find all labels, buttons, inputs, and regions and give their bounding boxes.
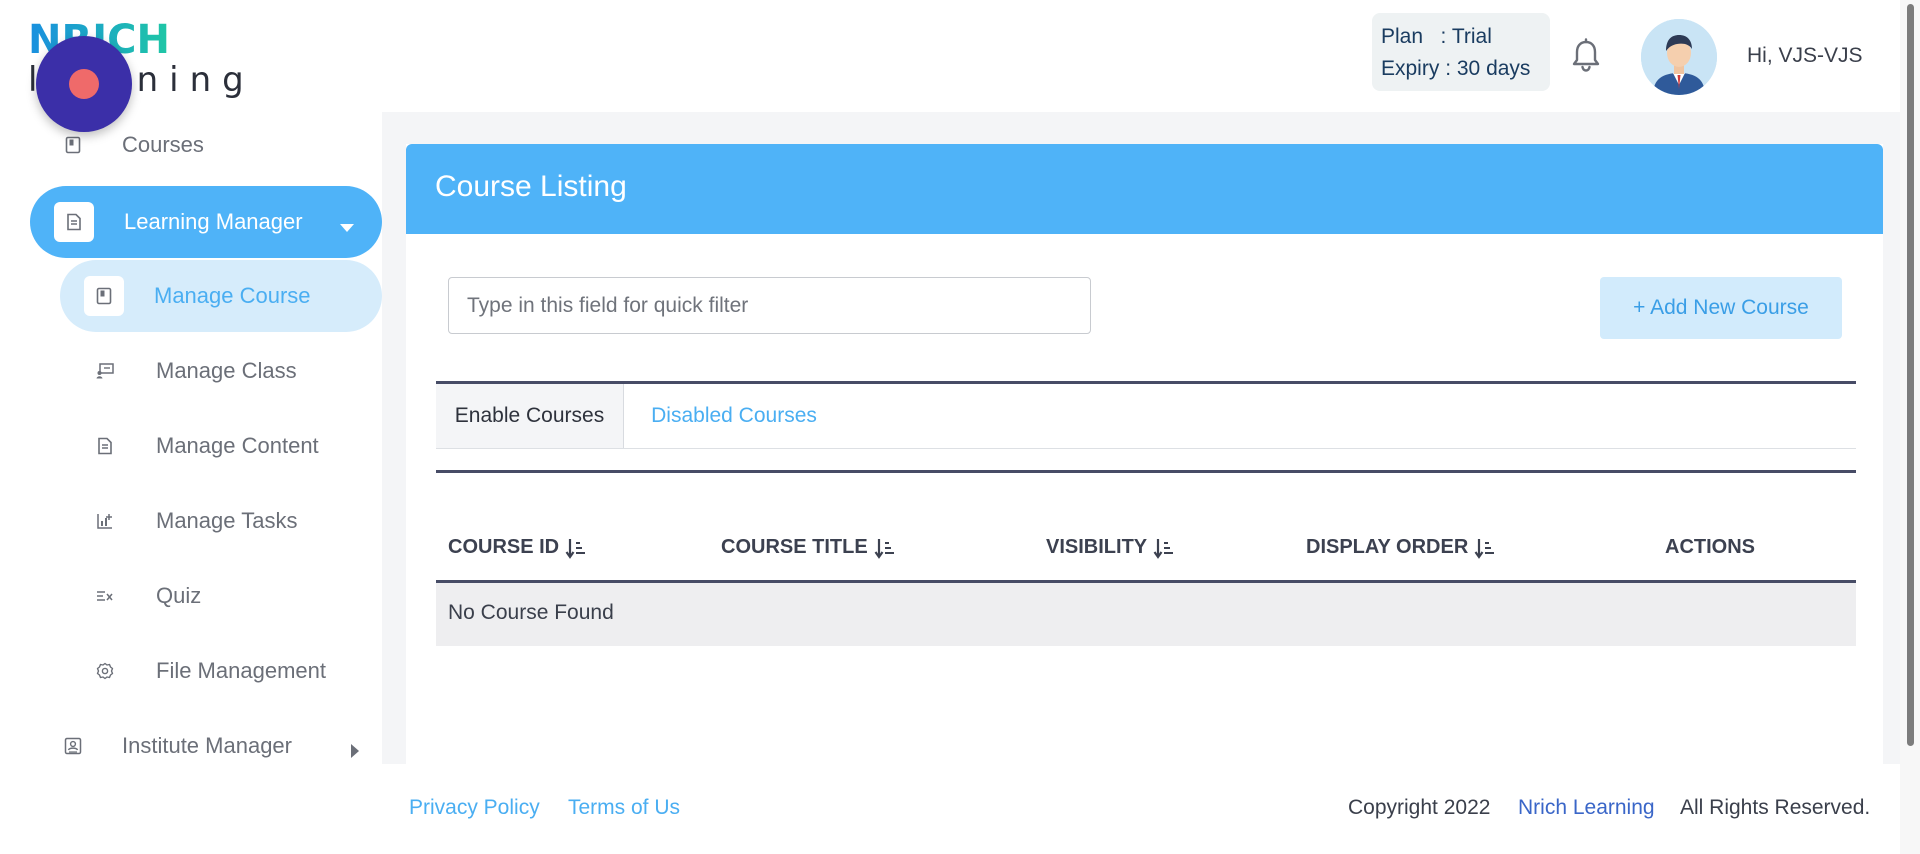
document-icon — [94, 435, 116, 457]
tabs-bottom-divider — [436, 470, 1856, 473]
sidebar-item-manage-tasks[interactable]: Manage Tasks — [94, 506, 297, 536]
column-header-label: COURSE ID — [448, 536, 560, 558]
privacy-policy-link[interactable]: Privacy Policy — [409, 796, 540, 820]
column-header-course-id[interactable]: COURSE ID — [448, 536, 587, 559]
footer: Privacy Policy Terms of Us Copyright 202… — [382, 764, 1900, 854]
sidebar: Courses Learning Manager Manage Course M… — [0, 112, 382, 854]
sidebar-item-manage-course[interactable]: Manage Course — [60, 260, 382, 332]
sidebar-item-label: Institute Manager — [122, 733, 292, 758]
plan-row: Plan : Trial — [1381, 25, 1492, 48]
sidebar-item-label: Manage Tasks — [156, 508, 298, 533]
sidebar-item-institute-manager[interactable]: Institute Manager — [62, 731, 382, 761]
id-card-icon — [62, 735, 84, 757]
quick-filter-input[interactable] — [448, 277, 1091, 334]
book-icon — [62, 134, 84, 156]
sidebar-item-label: Learning Manager — [124, 209, 303, 234]
plan-label: Plan — [1381, 25, 1424, 48]
column-header-actions: ACTIONS — [1665, 536, 1755, 559]
add-new-course-button[interactable]: + Add New Course — [1600, 277, 1842, 339]
sidebar-item-manage-content[interactable]: Manage Content — [94, 431, 319, 461]
tabs-underline — [436, 448, 1856, 449]
tab-disabled-courses[interactable]: Disabled Courses — [624, 384, 844, 448]
plan-value: Trial — [1451, 25, 1492, 48]
expiry-label: Expiry — [1381, 57, 1440, 80]
chart-icon — [94, 510, 116, 532]
sort-icon[interactable] — [565, 537, 587, 559]
column-header-label: COURSE TITLE — [721, 536, 868, 558]
column-header-label: DISPLAY ORDER — [1306, 536, 1469, 558]
column-header-course-title[interactable]: COURSE TITLE — [721, 536, 896, 559]
user-greeting[interactable]: Hi, VJS-VJS — [1747, 44, 1863, 68]
expiry-value: 30 days — [1456, 57, 1531, 80]
scrollbar-thumb[interactable] — [1907, 4, 1914, 746]
column-header-display-order[interactable]: DISPLAY ORDER — [1306, 536, 1496, 559]
gear-icon — [94, 660, 116, 682]
page-title: Course Listing — [435, 170, 627, 203]
terms-link[interactable]: Terms of Us — [568, 796, 680, 820]
sidebar-item-file-management[interactable]: File Management — [94, 656, 326, 686]
course-listing-card: Course Listing + Add New Course Enable C… — [406, 144, 1883, 764]
screen-record-badge[interactable] — [36, 36, 132, 132]
sidebar-item-courses[interactable]: Courses — [62, 130, 204, 160]
sidebar-item-label: Quiz — [156, 583, 202, 608]
column-header-visibility[interactable]: VISIBILITY — [1046, 536, 1175, 559]
copyright-text: Copyright 2022 — [1348, 796, 1491, 819]
table-row: No Course Found — [436, 583, 1856, 646]
empty-state-message: No Course Found — [448, 601, 614, 624]
user-avatar[interactable] — [1641, 19, 1717, 95]
bell-icon[interactable] — [1570, 38, 1602, 74]
column-header-label: VISIBILITY — [1046, 536, 1148, 558]
sidebar-item-label: Manage Class — [156, 358, 297, 383]
card-header: Course Listing — [406, 144, 1883, 234]
tab-enable-courses[interactable]: Enable Courses — [436, 384, 624, 448]
caret-down-icon — [339, 214, 355, 240]
top-header: NRICH learning Plan : Trial Expiry : 30 … — [0, 0, 1900, 112]
sidebar-item-label: Manage Course — [154, 283, 311, 308]
sidebar-item-label: Courses — [122, 132, 204, 157]
sort-icon[interactable] — [874, 537, 896, 559]
sidebar-item-label: Manage Content — [156, 433, 319, 458]
brand-link[interactable]: Nrich Learning — [1518, 796, 1655, 820]
record-indicator-icon — [69, 69, 99, 99]
caret-right-icon — [350, 739, 360, 765]
table-header-row: COURSE ID COURSE TITLE VISIBILITY DISPLA… — [436, 524, 1856, 582]
classroom-icon — [94, 360, 116, 382]
expiry-row: Expiry : 30 days — [1381, 57, 1531, 80]
checklist-icon — [94, 585, 116, 607]
column-header-label: ACTIONS — [1665, 536, 1755, 558]
sort-icon[interactable] — [1153, 537, 1175, 559]
rights-text: All Rights Reserved. — [1680, 796, 1871, 819]
sidebar-item-manage-class[interactable]: Manage Class — [94, 356, 297, 386]
book-icon — [84, 276, 124, 316]
sidebar-item-label: File Management — [156, 658, 326, 683]
sidebar-item-quiz[interactable]: Quiz — [94, 581, 201, 611]
sort-icon[interactable] — [1474, 537, 1496, 559]
plan-info-box: Plan : Trial Expiry : 30 days — [1372, 13, 1550, 91]
sidebar-item-learning-manager[interactable]: Learning Manager — [30, 186, 382, 258]
document-icon — [54, 202, 94, 242]
